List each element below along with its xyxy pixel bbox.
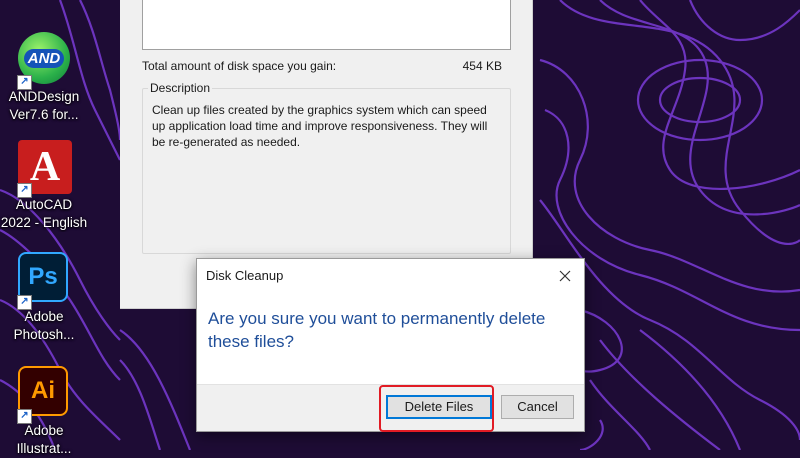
desktop-icon-label: Ver7.6 for... [9, 107, 79, 122]
space-gain-value: 454 KB [462, 59, 502, 73]
desktop-icon-label: Adobe [24, 309, 64, 324]
description-group: Description Clean up files created by th… [142, 81, 511, 254]
highlight-box [379, 385, 494, 432]
shortcut-arrow-icon: ↗ [17, 295, 32, 310]
shortcut-arrow-icon: ↗ [17, 183, 32, 198]
desktop-icon-autocad[interactable]: A ↗ AutoCAD 2022 - English [0, 140, 88, 232]
close-icon [559, 270, 571, 282]
desktop-icon-label: 2022 - English [0, 215, 88, 230]
space-gain-label: Total amount of disk space you gain: [142, 59, 337, 73]
desktop-icon-label: AutoCAD [15, 197, 73, 212]
desktop-icon-label: Adobe [24, 423, 64, 438]
confirm-message: Are you sure you want to permanently del… [208, 309, 546, 351]
illustrator-app-icon: Ai ↗ [17, 366, 70, 424]
shortcut-arrow-icon: ↗ [17, 75, 32, 90]
dialog-title: Disk Cleanup [206, 268, 284, 283]
files-to-delete-list[interactable] [142, 0, 511, 50]
desktop-icon-label: Photosh... [13, 327, 75, 342]
photoshop-app-icon: Ps ↗ [17, 252, 70, 310]
autocad-app-icon: A ↗ [17, 140, 72, 198]
close-button[interactable] [550, 263, 580, 289]
anddesign-app-icon: AND ↗ [17, 32, 70, 90]
desktop-icon-illustrator[interactable]: Ai ↗ Adobe Illustrat... [0, 366, 88, 458]
desktop-icon-anddesign[interactable]: AND ↗ ANDDesign Ver7.6 for... [0, 32, 88, 124]
shortcut-arrow-icon: ↗ [17, 409, 32, 424]
desktop-icon-photoshop[interactable]: Ps ↗ Adobe Photosh... [0, 252, 88, 344]
cancel-button[interactable]: Cancel [501, 395, 574, 419]
description-text: Clean up files created by the graphics s… [152, 103, 488, 149]
desktop-icon-label: ANDDesign [8, 89, 80, 104]
description-heading: Description [148, 81, 213, 95]
desktop-icon-label: Illustrat... [16, 441, 72, 456]
